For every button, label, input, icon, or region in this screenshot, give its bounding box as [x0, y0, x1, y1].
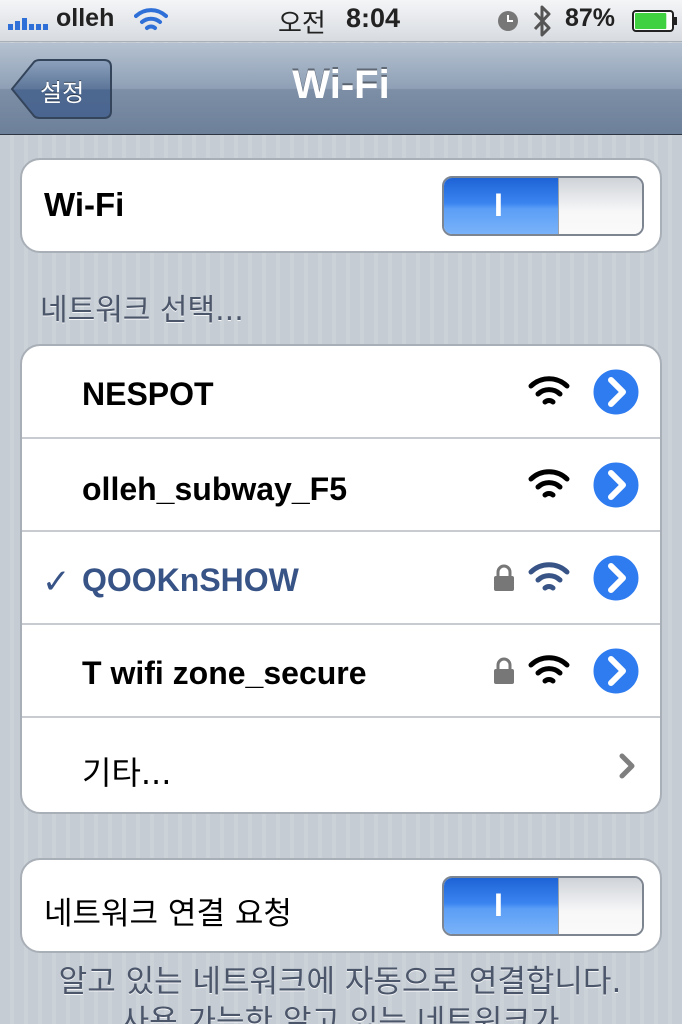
network-section-header: 네트워크 선택... [40, 293, 244, 328]
wifi-strength-icon [528, 655, 570, 684]
lock-icon [494, 564, 514, 591]
other-network-label: 기타... [82, 754, 172, 792]
navigation-bar: 설정 Wi-Fi [0, 43, 682, 135]
clock-icon [498, 11, 518, 31]
switch-on-symbol: I [494, 187, 503, 223]
wifi-strength-icon [528, 376, 570, 405]
signal-bars-icon [8, 18, 48, 30]
detail-disclosure-icon[interactable] [590, 552, 642, 604]
wifi-toggle-row: Wi-Fi I [22, 160, 660, 251]
switch-on-symbol: I [494, 887, 503, 923]
wifi-toggle-label: Wi-Fi [44, 186, 125, 223]
network-row-other[interactable]: 기타... [22, 718, 660, 811]
chevron-right-icon [619, 753, 635, 779]
switch-knob [558, 178, 642, 234]
network-row-nespot[interactable]: NESPOT [22, 346, 660, 439]
network-name: olleh_subway_F5 [82, 471, 347, 507]
detail-disclosure-icon[interactable] [590, 645, 642, 697]
carrier-name: olleh [56, 4, 115, 32]
ask-to-join-switch[interactable]: I [442, 876, 644, 936]
clock-time: 8:04 [346, 3, 401, 33]
ask-to-join-label: 네트워크 연결 요청 [44, 896, 292, 932]
detail-disclosure-icon[interactable] [590, 459, 642, 511]
network-list: NESPOT olleh_subway_F5 ✓ QOOKnSHOW T wif… [20, 344, 662, 814]
page-title: Wi-Fi [292, 63, 390, 107]
lock-icon [494, 657, 514, 684]
ask-to-join-description: 알고 있는 네트워크에 자동으로 연결합니다. 사용 가능한 알고 있는 네트워… [58, 964, 622, 1024]
network-row-qooknshow[interactable]: ✓ QOOKnSHOW [22, 532, 660, 625]
bluetooth-icon [533, 5, 551, 37]
ask-to-join-row: 네트워크 연결 요청 I [22, 860, 660, 951]
checkmark-icon: ✓ [42, 562, 71, 602]
battery-percent: 87% [565, 4, 616, 32]
network-name: T wifi zone_secure [82, 655, 367, 691]
wifi-toggle-group: Wi-Fi I [20, 158, 662, 253]
detail-disclosure-icon[interactable] [590, 366, 642, 418]
switch-on-track: I [444, 178, 560, 234]
wifi-switch[interactable]: I [442, 176, 644, 236]
switch-on-track: I [444, 878, 560, 934]
network-row-t-wifi-zone[interactable]: T wifi zone_secure [22, 625, 660, 718]
network-row-olleh-subway[interactable]: olleh_subway_F5 [22, 439, 660, 532]
wifi-strength-icon [528, 562, 570, 591]
network-name: NESPOT [82, 376, 214, 412]
ask-to-join-group: 네트워크 연결 요청 I [20, 858, 662, 953]
network-name: QOOKnSHOW [82, 562, 299, 598]
battery-icon [632, 10, 677, 32]
clock-ampm: 오전 [278, 9, 326, 39]
status-bar: olleh 오전 8:04 87% [0, 0, 682, 42]
wifi-strength-icon [528, 469, 570, 498]
switch-knob [558, 878, 642, 934]
wifi-icon [134, 8, 168, 30]
